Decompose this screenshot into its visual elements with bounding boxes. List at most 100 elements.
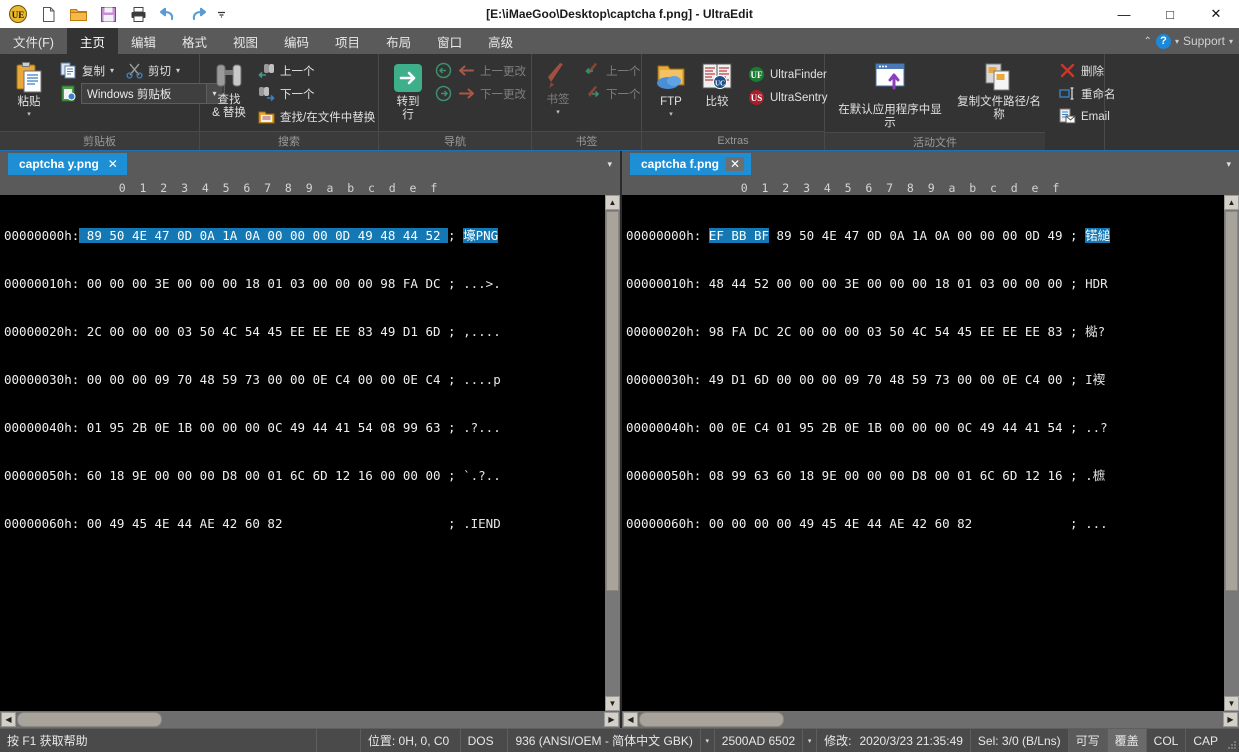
- redo-icon[interactable]: [184, 2, 212, 26]
- scroll-left-icon[interactable]: ◀: [623, 712, 638, 727]
- scroll-up-icon[interactable]: ▲: [1224, 195, 1239, 210]
- find-in-files-button[interactable]: 查找/在文件中替换: [254, 106, 379, 127]
- hex-line[interactable]: 00000060h: 00 49 45 4E 44 AE 42 60 82 ; …: [4, 516, 605, 532]
- horizontal-scrollbar-left[interactable]: ◀ ▶: [0, 711, 620, 728]
- help-dropdown-icon[interactable]: ▾: [1175, 37, 1179, 46]
- print-icon[interactable]: [124, 2, 152, 26]
- ultrafinder-button[interactable]: UF UltraFinder: [744, 64, 832, 85]
- cut-dropdown-icon[interactable]: ▾: [176, 66, 180, 75]
- hex-line[interactable]: 00000000h: EF BB BF 89 50 4E 47 0D 0A 1A…: [626, 228, 1224, 244]
- tab-list-dropdown-icon[interactable]: ▾: [599, 159, 620, 170]
- scroll-down-icon[interactable]: ▼: [1224, 696, 1239, 711]
- delete-file-button[interactable]: 删除: [1055, 60, 1120, 81]
- hex-line[interactable]: 00000050h: 08 99 63 60 18 9E 00 00 00 D8…: [626, 468, 1224, 484]
- scroll-up-icon[interactable]: ▲: [605, 195, 620, 210]
- hex-line[interactable]: 00000010h: 48 44 52 00 00 00 3E 00 00 00…: [626, 276, 1224, 292]
- paste-dropdown-icon[interactable]: ▾: [27, 110, 31, 118]
- hex-content-right[interactable]: 00000000h: EF BB BF 89 50 4E 47 0D 0A 1A…: [622, 195, 1224, 711]
- email-file-button[interactable]: Email: [1055, 106, 1120, 127]
- close-icon[interactable]: ✕: [726, 157, 745, 171]
- vertical-scroll-thumb[interactable]: [1225, 211, 1238, 591]
- copy-button[interactable]: 复制 ▾: [56, 60, 118, 81]
- help-icon[interactable]: ?: [1155, 33, 1171, 49]
- bookmark-next-button[interactable]: 下一个: [580, 83, 645, 104]
- menu-tab-format[interactable]: 格式: [169, 28, 220, 54]
- menu-tab-coding[interactable]: 编码: [271, 28, 322, 54]
- hex-line[interactable]: 00000060h: 00 00 00 00 49 45 4E 44 AE 42…: [626, 516, 1224, 532]
- menu-tab-layout[interactable]: 布局: [373, 28, 424, 54]
- window-controls[interactable]: — □ ✕: [1101, 0, 1239, 28]
- prev-change-button[interactable]: 上一更改: [458, 60, 530, 81]
- horizontal-scroll-track[interactable]: [17, 712, 603, 727]
- support-label[interactable]: Support: [1183, 34, 1225, 48]
- menu-tab-file[interactable]: 文件(F): [0, 28, 67, 54]
- status-bytes-caret[interactable]: ▾: [803, 729, 818, 752]
- show-in-default-app-button[interactable]: 在默认应用程序中显示: [831, 58, 949, 132]
- clipboard-history-icon[interactable]: [60, 85, 77, 102]
- close-icon[interactable]: ✕: [106, 157, 120, 171]
- vertical-scroll-thumb[interactable]: [606, 211, 619, 591]
- document-tab-captcha-y[interactable]: captcha y.png ✕: [8, 153, 127, 175]
- bookmark-button[interactable]: 书签 ▾: [538, 58, 578, 118]
- close-button[interactable]: ✕: [1193, 0, 1239, 28]
- status-overwrite-toggle[interactable]: 覆盖: [1107, 729, 1147, 752]
- status-cap-indicator[interactable]: CAP: [1186, 729, 1225, 752]
- status-codepage[interactable]: 936 (ANSI/OEM - 简体中文 GBK): [508, 729, 701, 752]
- hex-line[interactable]: 00000030h: 49 D1 6D 00 00 00 09 70 48 59…: [626, 372, 1224, 388]
- menu-tab-edit[interactable]: 编辑: [118, 28, 169, 54]
- hex-line[interactable]: 00000040h: 00 0E C4 01 95 2B 0E 1B 00 00…: [626, 420, 1224, 436]
- find-replace-button[interactable]: 查找 & 替换: [206, 58, 252, 122]
- copy-dropdown-icon[interactable]: ▾: [110, 66, 114, 75]
- paste-button[interactable]: 粘贴 ▾: [6, 58, 52, 120]
- horizontal-scroll-thumb[interactable]: [639, 712, 784, 727]
- hex-line[interactable]: 00000020h: 98 FA DC 2C 00 00 00 03 50 4C…: [626, 324, 1224, 340]
- vertical-scrollbar-right[interactable]: ▲ ▼: [1224, 195, 1239, 711]
- minimize-button[interactable]: —: [1101, 0, 1147, 28]
- status-codepage-caret[interactable]: ▾: [701, 729, 715, 752]
- status-col-indicator[interactable]: COL: [1147, 729, 1187, 752]
- hex-line[interactable]: 00000010h: 00 00 00 3E 00 00 00 18 01 03…: [4, 276, 605, 292]
- status-writable-toggle[interactable]: 可写: [1068, 729, 1108, 752]
- scroll-right-icon[interactable]: ▶: [604, 712, 619, 727]
- save-icon[interactable]: [94, 2, 122, 26]
- undo-icon[interactable]: [154, 2, 182, 26]
- next-change-button[interactable]: 下一更改: [458, 83, 530, 104]
- find-next-button[interactable]: 下一个: [254, 83, 379, 104]
- goto-line-button[interactable]: 转到行: [385, 58, 431, 124]
- menu-tab-home[interactable]: 主页: [66, 28, 118, 54]
- collapse-ribbon-icon[interactable]: ⌃: [1144, 36, 1152, 47]
- hex-line[interactable]: 00000000h: 89 50 4E 47 0D 0A 1A 0A 00 00…: [4, 228, 605, 244]
- status-line-ending[interactable]: DOS: [461, 729, 509, 752]
- menu-tab-advanced[interactable]: 高级: [475, 28, 526, 54]
- status-bytes[interactable]: 2500AD 6502: [715, 729, 804, 752]
- bookmark-prev-button[interactable]: 上一个: [580, 60, 645, 81]
- cut-button[interactable]: 剪切 ▾: [122, 60, 184, 81]
- scroll-right-icon[interactable]: ▶: [1223, 712, 1238, 727]
- menu-tab-project[interactable]: 项目: [322, 28, 373, 54]
- support-dropdown-icon[interactable]: ▾: [1229, 37, 1233, 46]
- copy-file-path-button[interactable]: 复制文件路径/名称: [949, 58, 1049, 124]
- bookmark-dropdown-icon[interactable]: ▾: [556, 108, 560, 116]
- hex-content-left[interactable]: 00000000h: 89 50 4E 47 0D 0A 1A 0A 00 00…: [0, 195, 605, 711]
- hex-line[interactable]: 00000020h: 2C 00 00 00 03 50 4C 54 45 EE…: [4, 324, 605, 340]
- nav-back-icon[interactable]: [435, 62, 452, 79]
- compare-button[interactable]: UC 比较: [694, 58, 740, 111]
- horizontal-scroll-track[interactable]: [639, 712, 1222, 727]
- hex-line[interactable]: 00000030h: 00 00 00 09 70 48 59 73 00 00…: [4, 372, 605, 388]
- ftp-button[interactable]: FTP ▾: [648, 58, 694, 120]
- tab-list-dropdown-icon[interactable]: ▾: [1218, 159, 1239, 170]
- hex-line[interactable]: 00000040h: 01 95 2B 0E 1B 00 00 00 0C 49…: [4, 420, 605, 436]
- vertical-scrollbar-left[interactable]: ▲ ▼: [605, 195, 620, 711]
- new-file-icon[interactable]: [34, 2, 62, 26]
- menu-tab-view[interactable]: 视图: [220, 28, 271, 54]
- horizontal-scrollbar-right[interactable]: ◀ ▶: [622, 711, 1239, 728]
- ftp-dropdown-icon[interactable]: ▾: [669, 110, 673, 118]
- nav-forward-icon[interactable]: [435, 85, 452, 102]
- find-prev-button[interactable]: 上一个: [254, 60, 379, 81]
- scroll-left-icon[interactable]: ◀: [1, 712, 16, 727]
- qat-more-icon[interactable]: [214, 2, 228, 26]
- resize-grip-icon[interactable]: [1225, 729, 1239, 752]
- quick-access-toolbar[interactable]: UE: [0, 0, 228, 28]
- document-tab-captcha-f[interactable]: captcha f.png ✕: [630, 153, 752, 175]
- horizontal-scroll-thumb[interactable]: [17, 712, 162, 727]
